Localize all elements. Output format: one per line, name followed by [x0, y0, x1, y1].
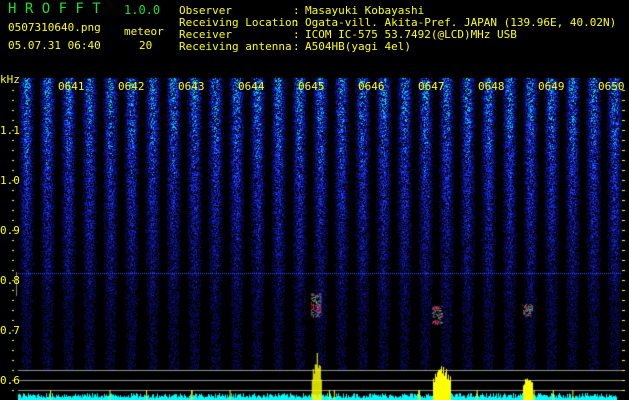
info-colon: : — [293, 40, 300, 53]
x-tick-label: 0650 — [598, 80, 625, 93]
meteor-label: meteor — [124, 25, 164, 38]
x-tick-label: 0645 — [298, 80, 325, 93]
app-version: 1.0.0 — [124, 3, 161, 17]
filename: 0507310640.png — [8, 21, 101, 34]
y-tick-label: 0.6 — [0, 374, 20, 387]
hrofft-window: H R O F F T 1.0.0 0507310640.png meteor … — [0, 0, 629, 400]
x-tick-label: 0641 — [58, 80, 85, 93]
meteor-count: 20 — [139, 39, 153, 52]
antenna-value: A504HB(yagi 4el) — [305, 40, 411, 53]
y-tick-label: 0.7 — [0, 324, 20, 337]
y-tick-label: 1.0 — [0, 174, 20, 187]
x-tick-label: 0642 — [118, 80, 145, 93]
x-tick-label: 0649 — [538, 80, 565, 93]
app-title: H R O F F T — [8, 1, 101, 17]
y-tick-label: 0.9 — [0, 224, 20, 237]
x-tick-label: 0646 — [358, 80, 385, 93]
y-tick-label: 0.8 — [0, 274, 20, 287]
x-tick-label: 0643 — [178, 80, 205, 93]
datetime: 05.07.31 06:40 — [8, 39, 101, 52]
y-axis-label: kHz — [0, 73, 20, 86]
spectrogram-canvas — [0, 0, 629, 400]
info-label: Receiving antenna — [179, 40, 292, 53]
x-tick-label: 0648 — [478, 80, 505, 93]
x-tick-label: 0647 — [418, 80, 445, 93]
x-tick-label: 0644 — [238, 80, 265, 93]
y-tick-label: 1.1 — [0, 124, 20, 137]
